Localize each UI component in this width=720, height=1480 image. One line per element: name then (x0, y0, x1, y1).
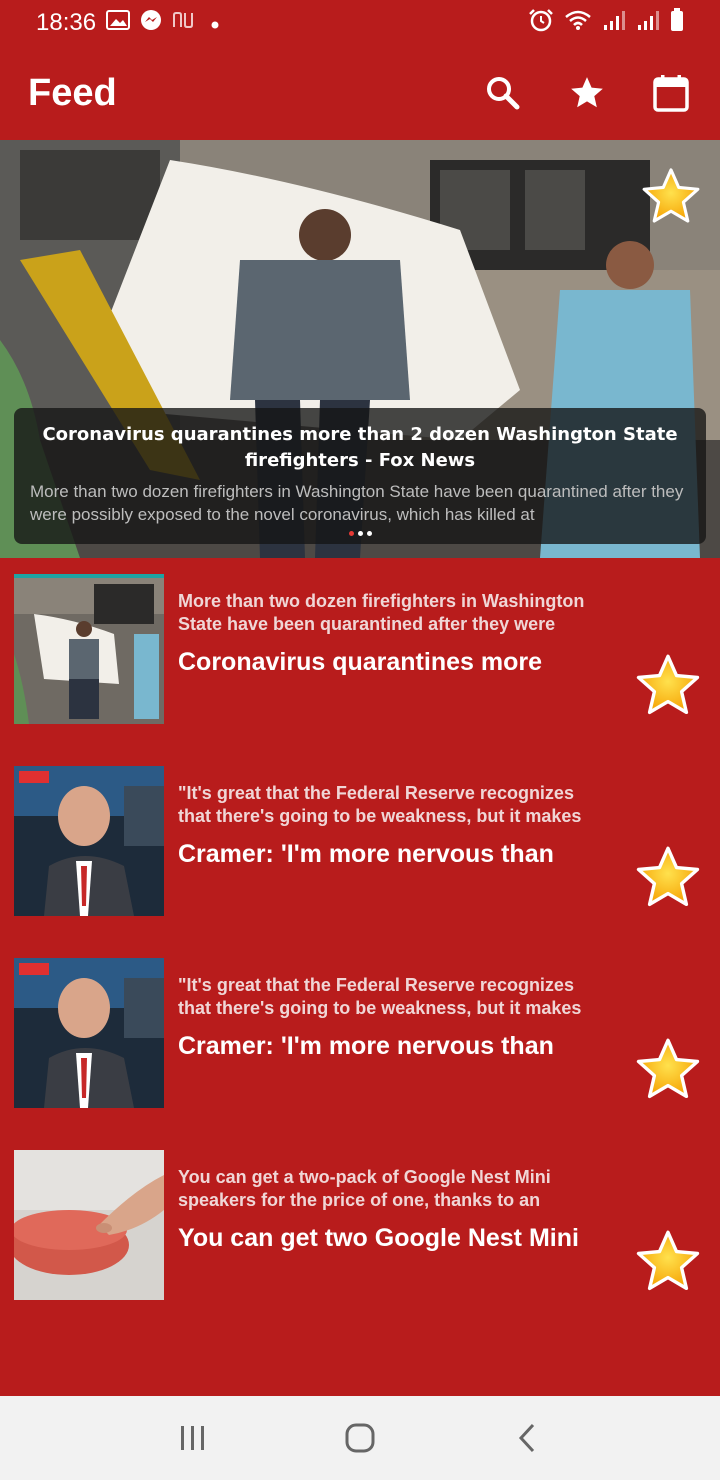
app-bar: Feed (0, 46, 720, 140)
article-thumbnail (14, 766, 164, 916)
image-icon (106, 9, 131, 37)
carousel-dots (14, 531, 706, 536)
star-icon[interactable] (566, 72, 608, 114)
carousel-dot (366, 531, 372, 536)
list-item[interactable]: More than two dozen firefighters in Wash… (0, 574, 720, 766)
clock: 18:36 (36, 9, 97, 36)
list-item[interactable]: "It's great that the Federal Reserve rec… (0, 958, 720, 1150)
article-summary: "It's great that the Federal Reserve rec… (178, 783, 582, 826)
carousel-dot (348, 531, 354, 536)
system-nav-bar (0, 1396, 720, 1480)
article-thumbnail (14, 1150, 164, 1300)
featured-title: Coronavirus quarantines more than 2 doze… (42, 424, 678, 471)
article-summary: You can get a two-pack of Google Nest Mi… (178, 1167, 551, 1210)
dot-icon (210, 9, 220, 37)
favorite-star-icon[interactable] (640, 166, 702, 228)
featured-caption: Coronavirus quarantines more than 2 doze… (14, 408, 706, 544)
calendar-icon[interactable] (650, 72, 692, 114)
list-item[interactable]: "It's great that the Federal Reserve rec… (0, 766, 720, 958)
list-item[interactable]: You can get a two-pack of Google Nest Mi… (0, 1150, 720, 1342)
article-title: Coronavirus quarantines more (178, 648, 542, 676)
article-summary: More than two dozen firefighters in Wash… (178, 591, 585, 634)
search-icon[interactable] (482, 72, 524, 114)
article-title: Cramer: 'I'm more nervous than (178, 1032, 554, 1060)
feed-list: More than two dozen firefighters in Wash… (0, 574, 720, 1342)
recents-icon[interactable] (163, 1408, 223, 1468)
page-title: Feed (28, 71, 117, 114)
alarm-icon (528, 8, 554, 39)
battery-icon (670, 7, 684, 39)
nubank-icon (172, 9, 200, 37)
favorite-star-icon[interactable] (634, 1036, 702, 1104)
carousel-dot (357, 531, 363, 536)
favorite-star-icon[interactable] (634, 652, 702, 720)
article-thumbnail (14, 958, 164, 1108)
featured-description: More than two dozen firefighters in Wash… (30, 482, 684, 524)
signal-icon (636, 9, 660, 38)
favorite-star-icon[interactable] (634, 844, 702, 912)
article-summary: "It's great that the Federal Reserve rec… (178, 975, 582, 1018)
wifi-icon (564, 9, 592, 38)
messenger-icon (140, 9, 162, 38)
article-thumbnail (14, 574, 164, 724)
home-icon[interactable] (330, 1408, 390, 1468)
signal-icon (602, 9, 626, 38)
article-title: Cramer: 'I'm more nervous than (178, 840, 554, 868)
status-bar: 18:36 (0, 0, 720, 46)
favorite-star-icon[interactable] (634, 1228, 702, 1296)
back-icon[interactable] (497, 1408, 557, 1468)
featured-article[interactable]: Coronavirus quarantines more than 2 doze… (0, 140, 720, 558)
article-title: You can get two Google Nest Mini (178, 1224, 579, 1252)
